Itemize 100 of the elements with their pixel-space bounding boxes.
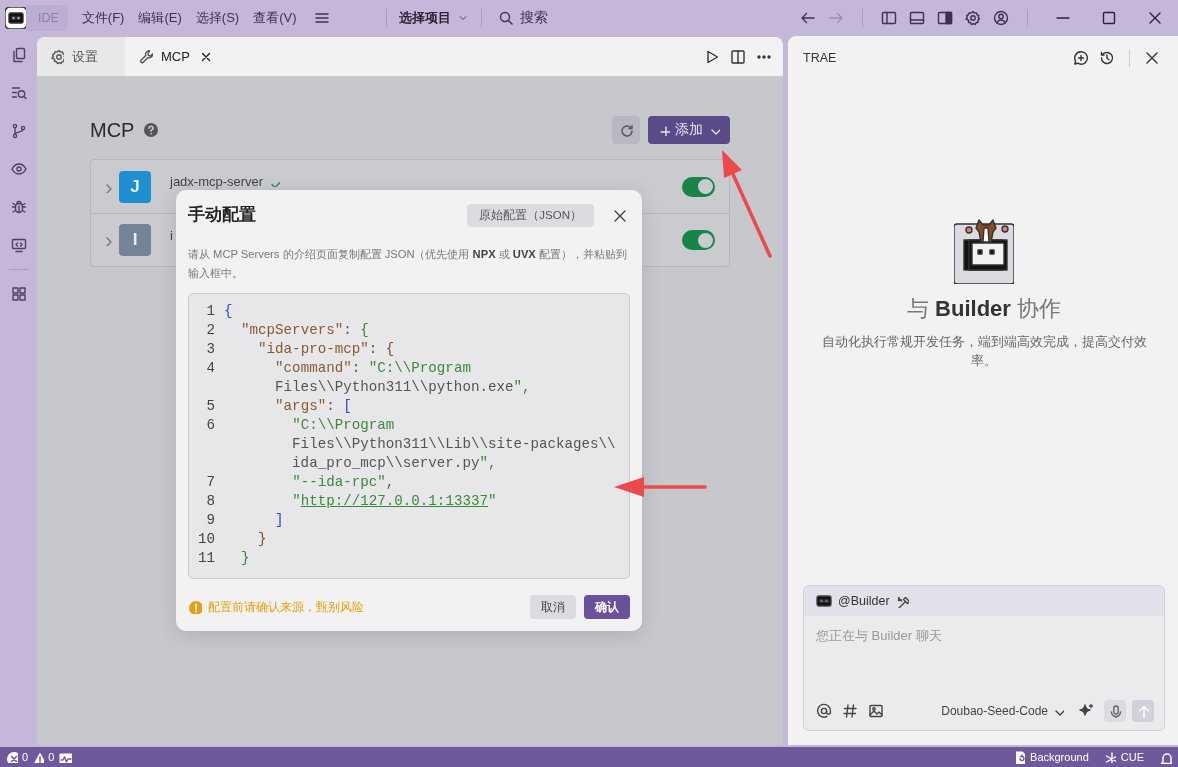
arrow-up-icon: [1136, 704, 1150, 718]
new-chat-icon[interactable]: [1073, 50, 1089, 66]
menu-item[interactable]: 选择(S): [195, 9, 240, 27]
image-icon[interactable]: [868, 703, 884, 719]
code-editor[interactable]: [188, 293, 630, 579]
history-icon[interactable]: [1099, 50, 1115, 66]
menu-item[interactable]: 编辑(E): [138, 9, 182, 27]
toggle-switch[interactable]: [682, 230, 715, 250]
server-avatar: I: [119, 224, 151, 256]
run-icon[interactable]: [704, 48, 720, 65]
close-icon[interactable]: [199, 50, 212, 63]
code-line: {: [224, 302, 233, 321]
server-avatar: J: [119, 170, 151, 203]
menu-item[interactable]: 文件(F): [81, 9, 125, 27]
raw-config-button[interactable]: 原始配置（JSON）: [467, 203, 594, 227]
info-icon: [188, 600, 202, 614]
microphone-icon: [1108, 704, 1122, 718]
line-number: 8: [205, 492, 215, 511]
line-number: 4: [205, 359, 215, 378]
bottom-panel-icon[interactable]: [909, 10, 925, 26]
menu-item[interactable]: 查看(V): [253, 9, 297, 27]
line-number: 5: [205, 397, 215, 416]
monitor-icon[interactable]: [10, 237, 27, 253]
dialog-description: 请从 MCP Servers 的介绍页面复制配置 JSON（优先使用 NPX 或 UVX 配置），并粘贴到输入框中。: [188, 247, 628, 281]
tools-icon[interactable]: [895, 594, 909, 608]
hero-title: 与 Builder 协作: [906, 295, 1061, 323]
model-selector[interactable]: Doubao-Seed-Code: [941, 704, 1064, 718]
list-search-icon[interactable]: [10, 85, 27, 101]
line-number: 9: [205, 511, 215, 530]
line-number: 7: [205, 473, 215, 492]
grid-icon[interactable]: [10, 286, 27, 302]
panel-title: TRAE: [803, 51, 837, 65]
code-line: "--ida-rpc",: [291, 473, 395, 492]
line-number: 10: [196, 530, 215, 549]
close-icon[interactable]: [1144, 50, 1160, 66]
bell-icon[interactable]: [1159, 750, 1172, 764]
microphone-button[interactable]: [1104, 700, 1126, 722]
files-icon[interactable]: [10, 47, 27, 63]
server-name: i: [170, 227, 173, 243]
line-number: 11: [196, 549, 215, 568]
menu-icon[interactable]: [314, 10, 331, 26]
split-editor-icon[interactable]: [730, 48, 746, 65]
project-selector[interactable]: 选择项目: [399, 9, 470, 27]
error-icon[interactable]: [6, 751, 18, 763]
line-number: 1: [205, 302, 215, 321]
refresh-button[interactable]: [612, 116, 640, 144]
code-line: "http://127.0.0.1:13337": [291, 492, 497, 511]
warning-count[interactable]: 0: [48, 751, 55, 763]
code-line: "ida-pro-mcp": {: [257, 340, 395, 359]
mascot-logo-icon: [954, 218, 1014, 284]
search-field[interactable]: 搜索: [494, 9, 549, 27]
chat-input[interactable]: 您正在与 Builder 聊天: [816, 628, 1154, 643]
output-icon[interactable]: [58, 751, 73, 763]
agent-mention[interactable]: @Builder: [838, 594, 890, 608]
asterisk-icon[interactable]: [1103, 751, 1116, 763]
left-panel-icon[interactable]: [881, 10, 897, 26]
app-logo-icon[interactable]: [5, 7, 27, 29]
toggle-switch[interactable]: [682, 176, 715, 197]
code-line: Files\\Python311\\Lib\\site-packages\\: [291, 435, 616, 454]
warning-icon[interactable]: [32, 751, 45, 763]
branch-icon[interactable]: [10, 123, 27, 139]
tab[interactable]: 设置: [37, 37, 125, 76]
wrench-icon: [139, 48, 153, 65]
code-line: ida_pro_mcp\\server.py",: [291, 454, 497, 473]
eye-icon[interactable]: [10, 161, 27, 177]
code-line: "C:\\Program: [291, 416, 395, 435]
warning-text: 配置前请确认来源，甄别风险: [208, 599, 364, 615]
arrow-left-icon[interactable]: [800, 10, 816, 26]
close-icon[interactable]: [1147, 10, 1163, 26]
search-icon: [498, 10, 515, 26]
code-line: Files\\Python311\\python.exe",: [274, 378, 531, 397]
close-icon[interactable]: [612, 208, 626, 222]
document-icon[interactable]: [1013, 750, 1026, 764]
settings-icon[interactable]: [965, 10, 981, 26]
code-line: "command": "C:\\Program: [274, 359, 471, 378]
background-status[interactable]: Background: [1030, 751, 1089, 763]
right-panel-icon[interactable]: [937, 10, 953, 26]
help-icon[interactable]: [143, 122, 160, 138]
line-number: 6: [205, 416, 215, 435]
maximize-icon[interactable]: [1101, 10, 1117, 26]
code-line: }: [257, 530, 267, 549]
line-number: 3: [205, 340, 215, 359]
confirm-button[interactable]: 确认: [584, 595, 630, 619]
cue-status[interactable]: CUE: [1120, 751, 1144, 763]
code-line: "args": [: [274, 397, 352, 416]
hashtag-icon[interactable]: [842, 703, 858, 719]
bug-icon[interactable]: [10, 199, 27, 215]
refresh-icon: [619, 123, 633, 137]
account-icon[interactable]: [993, 10, 1009, 26]
settings-icon: [51, 48, 64, 65]
line-number: 2: [205, 321, 215, 340]
server-name: jadx-mcp-server: [170, 174, 264, 189]
add-button[interactable]: 添加: [648, 116, 730, 144]
agent-logo-icon: [816, 593, 832, 609]
plus-icon: [658, 124, 670, 136]
code-line: "mcpServers": {: [240, 321, 369, 340]
cancel-button[interactable]: 取消: [530, 595, 576, 619]
error-count[interactable]: 0: [22, 751, 29, 763]
hero-description: 自动化执行常规开发任务，端到端高效完成，提高交付效率。: [820, 334, 1148, 370]
mention-icon[interactable]: [816, 703, 832, 719]
